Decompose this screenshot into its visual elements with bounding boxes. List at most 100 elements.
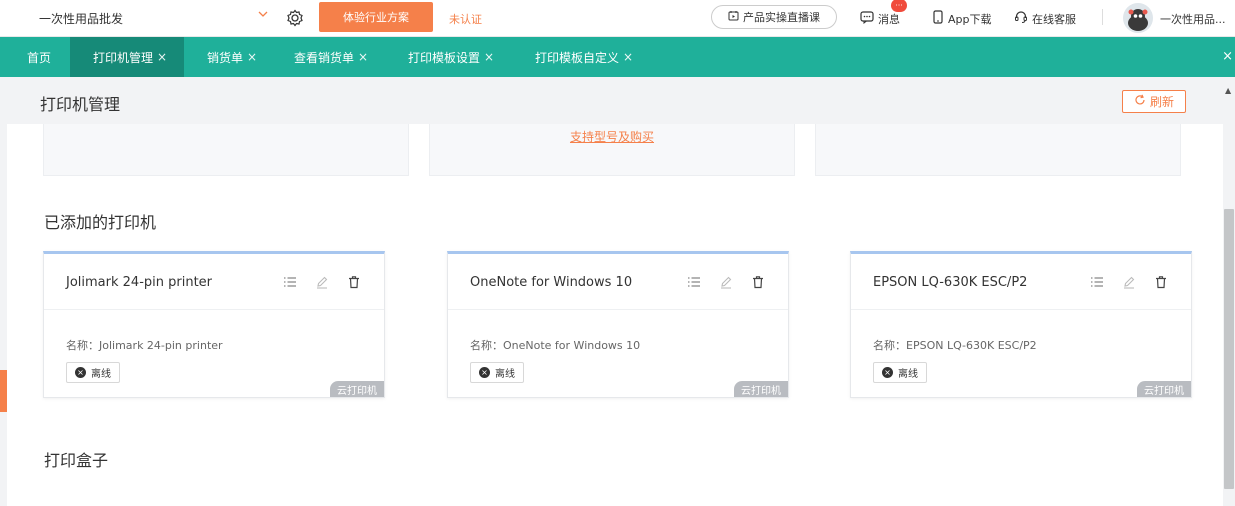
printer-type-card bbox=[43, 124, 409, 176]
printer-actions bbox=[686, 274, 766, 290]
printer-name-line: 名称：EPSON LQ-630K ESC/P2 bbox=[873, 337, 1037, 353]
delete-icon[interactable] bbox=[750, 274, 766, 290]
status-label: 离线 bbox=[898, 369, 918, 380]
close-icon[interactable]: × bbox=[358, 50, 368, 64]
shop-select[interactable]: 一次性用品批发 bbox=[30, 5, 275, 31]
name-prefix: 名称： bbox=[470, 339, 503, 352]
edit-icon[interactable] bbox=[314, 274, 330, 290]
scroll-up-icon[interactable]: ▲ bbox=[1225, 86, 1231, 95]
name-value: Jolimark 24-pin printer bbox=[99, 339, 223, 352]
unverified-link[interactable]: 未认证 bbox=[449, 11, 482, 27]
tab-home-label: 首页 bbox=[27, 50, 52, 65]
tab-label: 销货单 bbox=[207, 50, 244, 65]
cloud-printer-tag: 云打印机 bbox=[1137, 381, 1191, 397]
status-label: 离线 bbox=[495, 369, 515, 380]
tab-view-sales-order[interactable]: 查看销货单 × bbox=[283, 37, 379, 77]
printer-name-line: 名称：Jolimark 24-pin printer bbox=[66, 337, 223, 353]
close-icon[interactable]: × bbox=[157, 50, 167, 64]
refresh-button[interactable]: 刷新 bbox=[1122, 90, 1186, 113]
offline-icon: × bbox=[75, 367, 86, 378]
experience-industry-solution-button[interactable]: 体验行业方案 bbox=[319, 2, 433, 32]
status-badge: × 离线 bbox=[470, 362, 524, 383]
tab-home[interactable]: 首页 bbox=[16, 37, 62, 77]
status-badge: × 离线 bbox=[873, 362, 927, 383]
tab-label: 打印模板自定义 bbox=[535, 50, 620, 65]
chevron-down-icon bbox=[257, 8, 269, 23]
printer-name: Jolimark 24-pin printer bbox=[66, 275, 213, 290]
list-icon[interactable] bbox=[686, 274, 702, 290]
tab-label: 打印机管理 bbox=[93, 50, 154, 65]
name-value: EPSON LQ-630K ESC/P2 bbox=[906, 339, 1037, 352]
edit-icon[interactable] bbox=[1121, 274, 1137, 290]
printer-name-line: 名称：OneNote for Windows 10 bbox=[470, 337, 640, 353]
name-value: OneNote for Windows 10 bbox=[503, 339, 641, 352]
tab-label: 查看销货单 bbox=[294, 50, 355, 65]
phone-icon bbox=[932, 10, 944, 27]
online-service-button[interactable]: 在线客服 bbox=[1014, 10, 1076, 27]
added-printers-title: 已添加的打印机 bbox=[44, 213, 157, 232]
close-icon[interactable]: × bbox=[484, 50, 494, 64]
chat-icon bbox=[860, 10, 874, 27]
printer-card: OneNote for Windows 10 名称：OneNote for Wi… bbox=[447, 251, 789, 398]
printer-card: Jolimark 24-pin printer 名称：Jolimark 24-p… bbox=[43, 251, 385, 398]
printer-name: OneNote for Windows 10 bbox=[470, 275, 633, 290]
printer-name: EPSON LQ-630K ESC/P2 bbox=[873, 275, 1028, 290]
message-badge: ··· bbox=[891, 0, 907, 12]
calendar-icon bbox=[728, 10, 739, 24]
live-course-button[interactable]: 产品实操直播课 bbox=[711, 5, 837, 29]
cloud-printer-tag: 云打印机 bbox=[734, 381, 788, 397]
refresh-label: 刷新 bbox=[1149, 95, 1174, 109]
edit-icon[interactable] bbox=[718, 274, 734, 290]
status-badge: × 离线 bbox=[66, 362, 120, 383]
delete-icon[interactable] bbox=[346, 274, 362, 290]
tab-sales-order[interactable]: 销货单 × bbox=[196, 37, 268, 77]
top-bar: 一次性用品批发 体验行业方案 未认证 产品实操直播课 消息 ··· App下载 … bbox=[0, 0, 1235, 37]
scrollbar-thumb[interactable] bbox=[1224, 209, 1234, 489]
side-marker[interactable] bbox=[0, 370, 7, 412]
live-course-label: 产品实操直播课 bbox=[743, 11, 820, 24]
divider bbox=[1102, 9, 1103, 25]
scrollbar[interactable]: ▲ bbox=[1223, 77, 1235, 506]
name-prefix: 名称： bbox=[873, 339, 906, 352]
gear-icon[interactable] bbox=[286, 9, 304, 27]
app-download-label: App下载 bbox=[948, 12, 992, 26]
printer-card-header: Jolimark 24-pin printer bbox=[44, 254, 384, 310]
user-name[interactable]: 一次性用品... bbox=[1160, 11, 1226, 27]
offline-icon: × bbox=[479, 367, 490, 378]
name-prefix: 名称： bbox=[66, 339, 99, 352]
list-icon[interactable] bbox=[1089, 274, 1105, 290]
online-service-label: 在线客服 bbox=[1032, 12, 1076, 26]
printer-actions bbox=[282, 274, 362, 290]
cloud-printer-tag: 云打印机 bbox=[330, 381, 384, 397]
tab-label: 打印模板设置 bbox=[408, 50, 481, 65]
printer-card-header: EPSON LQ-630K ESC/P2 bbox=[851, 254, 1191, 310]
shop-select-value: 一次性用品批发 bbox=[39, 11, 124, 26]
main-content: 支持型号及购买 已添加的打印机 Jolimark 24-pin printer … bbox=[7, 124, 1223, 506]
page-header: 打印机管理 刷新 bbox=[7, 77, 1223, 124]
close-all-tabs-icon[interactable]: × bbox=[1222, 49, 1233, 64]
printer-card-header: OneNote for Windows 10 bbox=[448, 254, 788, 310]
page-title: 打印机管理 bbox=[40, 95, 121, 114]
print-box-title: 打印盒子 bbox=[44, 451, 109, 470]
delete-icon[interactable] bbox=[1153, 274, 1169, 290]
app-download-button[interactable]: App下载 bbox=[932, 10, 992, 27]
list-icon[interactable] bbox=[282, 274, 298, 290]
messages-label: 消息 bbox=[878, 12, 900, 26]
tabs-bar: 首页 打印机管理 × 销货单 × 查看销货单 × 打印模板设置 × 打印模板自定… bbox=[0, 37, 1235, 77]
printer-type-card bbox=[815, 124, 1181, 176]
printer-actions bbox=[1089, 274, 1169, 290]
close-icon[interactable]: × bbox=[247, 50, 257, 64]
tab-printer-management[interactable]: 打印机管理 × bbox=[70, 37, 184, 77]
printer-type-cards: 支持型号及购买 bbox=[43, 124, 1183, 176]
printer-card: EPSON LQ-630K ESC/P2 名称：EPSON LQ-630K ES… bbox=[850, 251, 1192, 398]
printer-type-card: 支持型号及购买 bbox=[429, 124, 795, 176]
tab-print-template-settings[interactable]: 打印模板设置 × bbox=[397, 37, 505, 77]
tab-print-template-custom[interactable]: 打印模板自定义 × bbox=[524, 37, 644, 77]
close-icon[interactable]: × bbox=[623, 50, 633, 64]
messages-button[interactable]: 消息 bbox=[860, 10, 900, 27]
refresh-icon bbox=[1134, 94, 1146, 109]
avatar[interactable] bbox=[1123, 3, 1153, 33]
offline-icon: × bbox=[882, 367, 893, 378]
status-label: 离线 bbox=[91, 369, 111, 380]
supported-models-link[interactable]: 支持型号及购买 bbox=[430, 128, 794, 145]
